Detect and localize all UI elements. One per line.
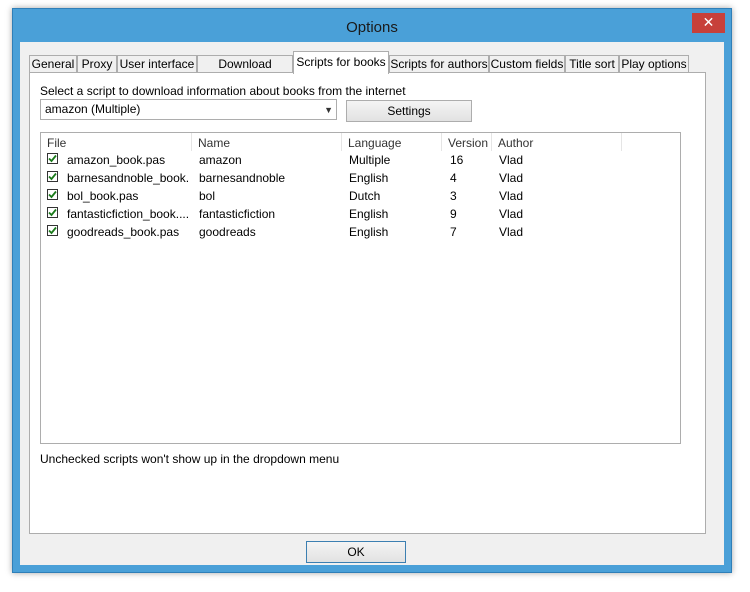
cell-language: Dutch <box>349 189 381 203</box>
cell-version: 3 <box>450 189 457 203</box>
table-row[interactable]: barnesandnoble_book... barnesandnoble En… <box>41 169 680 187</box>
dialog-client-area: General Proxy User interface Download op… <box>20 42 724 565</box>
cell-version: 7 <box>450 225 457 239</box>
list-header: File Name Language Version Author <box>41 133 680 151</box>
tab-user-interface[interactable]: User interface <box>117 55 197 73</box>
cell-name: goodreads <box>199 225 256 239</box>
cell-file: goodreads_book.pas <box>67 225 180 239</box>
column-file[interactable]: File <box>41 133 192 151</box>
cell-name: barnesandnoble <box>199 171 286 185</box>
chevron-down-icon: ▼ <box>324 105 333 115</box>
checkmark-icon <box>48 172 57 181</box>
tab-download-options[interactable]: Download options <box>197 55 293 88</box>
table-row[interactable]: bol_book.pas bol Dutch 3 Vlad <box>41 187 680 205</box>
column-author[interactable]: Author <box>492 133 622 151</box>
cell-version: 4 <box>450 171 457 185</box>
tab-title-sort[interactable]: Title sort <box>565 55 619 73</box>
cell-file: barnesandnoble_book... <box>67 171 189 185</box>
ok-button[interactable]: OK <box>306 541 406 563</box>
options-window: Options ✕ General Proxy User interface D… <box>12 8 732 573</box>
row-checkbox[interactable] <box>47 171 58 182</box>
table-row[interactable]: goodreads_book.pas goodreads English 7 V… <box>41 223 680 241</box>
tab-custom-fields[interactable]: Custom fields <box>489 55 565 73</box>
script-select-prompt: Select a script to download information … <box>40 84 406 98</box>
tab-proxy[interactable]: Proxy <box>77 55 117 73</box>
row-checkbox[interactable] <box>47 189 58 200</box>
cell-version: 16 <box>450 153 464 167</box>
checkmark-icon <box>48 190 57 199</box>
scripts-list[interactable]: File Name Language Version Author amazon… <box>40 132 681 444</box>
checkmark-icon <box>48 208 57 217</box>
column-language[interactable]: Language <box>342 133 442 151</box>
cell-name: amazon <box>199 153 242 167</box>
cell-name: fantasticfiction <box>199 207 276 221</box>
tab-play-options[interactable]: Play options <box>619 55 689 73</box>
cell-language: English <box>349 225 389 239</box>
row-checkbox[interactable] <box>47 153 58 164</box>
cell-author: Vlad <box>499 171 524 185</box>
cell-author: Vlad <box>499 153 524 167</box>
tab-general[interactable]: General <box>29 55 77 73</box>
column-version[interactable]: Version <box>442 133 492 151</box>
cell-file: amazon_book.pas <box>67 153 166 167</box>
row-checkbox[interactable] <box>47 225 58 236</box>
tab-scripts-for-authors[interactable]: Scripts for authors <box>389 55 489 73</box>
cell-language: English <box>349 171 389 185</box>
scripts-for-books-panel: Select a script to download information … <box>29 72 706 534</box>
cell-author: Vlad <box>499 207 524 221</box>
row-checkbox[interactable] <box>47 207 58 218</box>
script-dropdown-value: amazon (Multiple) <box>45 102 141 116</box>
cell-name: bol <box>199 189 216 203</box>
table-row[interactable]: amazon_book.pas amazon Multiple 16 Vlad <box>41 151 680 169</box>
close-icon: ✕ <box>702 14 715 30</box>
column-name[interactable]: Name <box>192 133 342 151</box>
cell-language: Multiple <box>349 153 391 167</box>
tab-scripts-for-books[interactable]: Scripts for books <box>293 51 389 74</box>
cell-language: English <box>349 207 389 221</box>
checkmark-icon <box>48 226 57 235</box>
settings-button[interactable]: Settings <box>346 100 472 122</box>
cell-file: bol_book.pas <box>67 189 139 203</box>
unchecked-scripts-note: Unchecked scripts won't show up in the d… <box>40 452 340 466</box>
cell-version: 9 <box>450 207 457 221</box>
cell-file: fantasticfiction_book.... <box>67 207 189 221</box>
script-dropdown[interactable]: amazon (Multiple) ▼ <box>40 99 337 120</box>
close-button[interactable]: ✕ <box>692 13 725 33</box>
checkmark-icon <box>48 154 57 163</box>
cell-author: Vlad <box>499 225 524 239</box>
window-title: Options <box>346 19 398 36</box>
table-row[interactable]: fantasticfiction_book.... fantasticficti… <box>41 205 680 223</box>
cell-author: Vlad <box>499 189 524 203</box>
